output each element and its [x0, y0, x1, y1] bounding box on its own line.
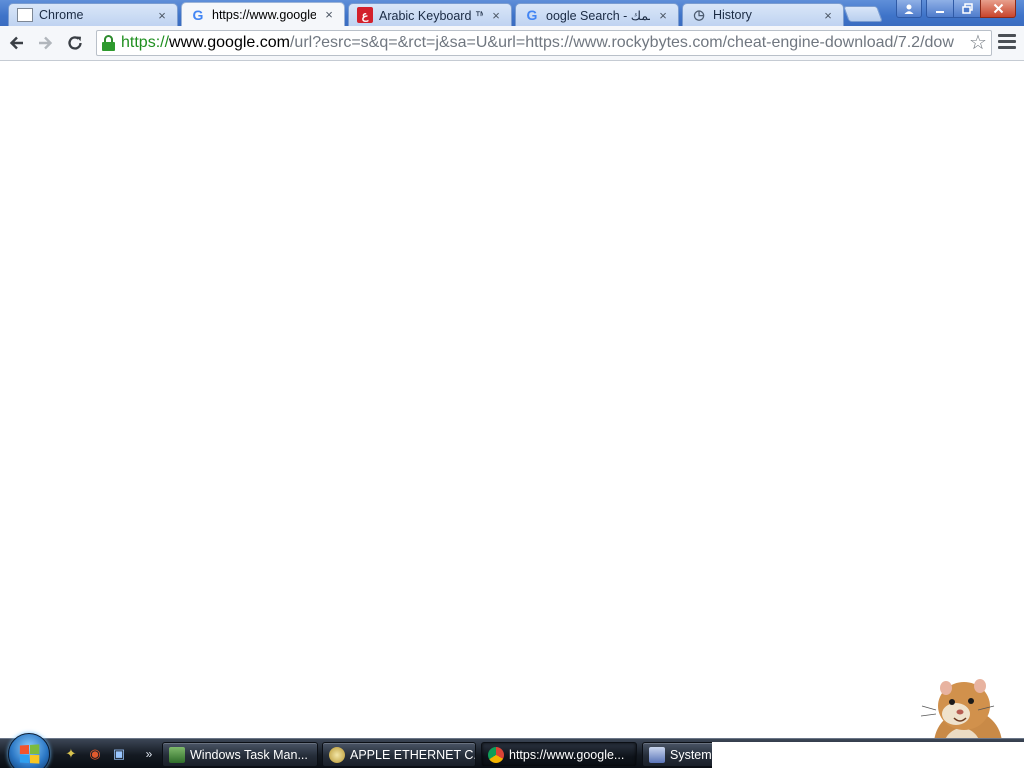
quicklaunch-more-icon[interactable]: »	[140, 745, 158, 763]
tab-strip: Chrome × G https://www.google. × ع Arabi…	[0, 0, 1024, 26]
chrome-icon	[488, 746, 504, 763]
minimize-icon	[936, 10, 944, 13]
tab-label: oogle Search - كسمك	[546, 8, 650, 23]
google-icon: G	[526, 7, 538, 23]
history-icon: ◷	[693, 7, 705, 22]
tab-label: History	[713, 8, 752, 22]
chrome-menu-icon[interactable]	[998, 34, 1016, 52]
close-icon[interactable]: ×	[656, 8, 670, 23]
page-icon	[17, 8, 33, 22]
quicklaunch-browser-icon[interactable]: ◉	[86, 745, 104, 763]
tab-google-search[interactable]: G oogle Search - كسمك ×	[515, 3, 679, 26]
ethernet-icon	[329, 746, 345, 763]
address-bar[interactable]: https://www.google.com/url?esrc=s&q=&rct…	[96, 30, 992, 56]
url-scheme: https://	[121, 34, 170, 51]
windows-logo-icon	[19, 744, 40, 764]
url-path: /url?esrc=s&q=&rct=j&sa=U&url=https://ww…	[289, 34, 954, 51]
restore-button[interactable]	[953, 0, 981, 18]
close-icon[interactable]: ×	[821, 8, 835, 23]
tab-arabic-keyboard[interactable]: ع Arabic Keyboard ™ ع ×	[348, 3, 512, 26]
taskbar-item-task-manager[interactable]: Windows Task Man...	[162, 742, 318, 767]
taskbar-item-ethernet[interactable]: APPLE ETHERNET C...	[322, 742, 476, 767]
window-close-button[interactable]	[980, 0, 1016, 18]
taskbar-item-label: APPLE ETHERNET C...	[350, 747, 476, 762]
start-button[interactable]	[8, 733, 50, 768]
window-close-icon	[993, 3, 1003, 14]
bookmark-star-icon[interactable]: ☆	[967, 31, 989, 55]
reload-button[interactable]	[64, 32, 86, 54]
reload-icon	[68, 36, 82, 50]
forward-button[interactable]	[34, 32, 56, 54]
browser-toolbar: https://www.google.com/url?esrc=s&q=&rct…	[0, 26, 1024, 61]
forward-arrow-icon	[39, 36, 53, 50]
new-tab-button[interactable]	[843, 6, 883, 22]
system-icon	[649, 746, 665, 763]
quicklaunch-show-desktop-icon[interactable]: ✦	[62, 745, 80, 763]
tab-google-redirect[interactable]: G https://www.google. ×	[181, 2, 345, 26]
task-manager-icon	[169, 746, 185, 763]
close-icon[interactable]: ×	[322, 7, 336, 22]
user-icon	[904, 4, 914, 14]
url-host: www.google.com	[169, 34, 290, 51]
tab-label: Arabic Keyboard ™ ع	[379, 8, 483, 23]
lock-icon	[101, 34, 117, 52]
notification-overlay	[712, 742, 1024, 768]
taskbar-item-label: Windows Task Man...	[190, 747, 308, 762]
restore-icon	[961, 3, 973, 14]
tab-label: Chrome	[39, 8, 84, 22]
back-button[interactable]	[6, 32, 28, 54]
back-arrow-icon	[9, 36, 23, 50]
user-profile-button[interactable]	[896, 0, 922, 18]
taskbar-item-chrome[interactable]: https://www.google...	[481, 742, 637, 767]
minimize-button[interactable]	[926, 0, 954, 18]
tab-history[interactable]: ◷ History ×	[682, 3, 844, 26]
tab-chrome[interactable]: Chrome ×	[8, 3, 178, 26]
tab-label: https://www.google.	[212, 7, 316, 22]
quicklaunch-computer-icon[interactable]: ▣	[110, 745, 128, 763]
close-icon[interactable]: ×	[155, 8, 169, 23]
google-icon: G	[192, 6, 204, 23]
page-content	[0, 62, 1024, 768]
arabic-keyboard-icon: ع	[357, 7, 373, 23]
close-icon[interactable]: ×	[489, 8, 503, 23]
taskbar-item-label: https://www.google...	[509, 747, 625, 762]
